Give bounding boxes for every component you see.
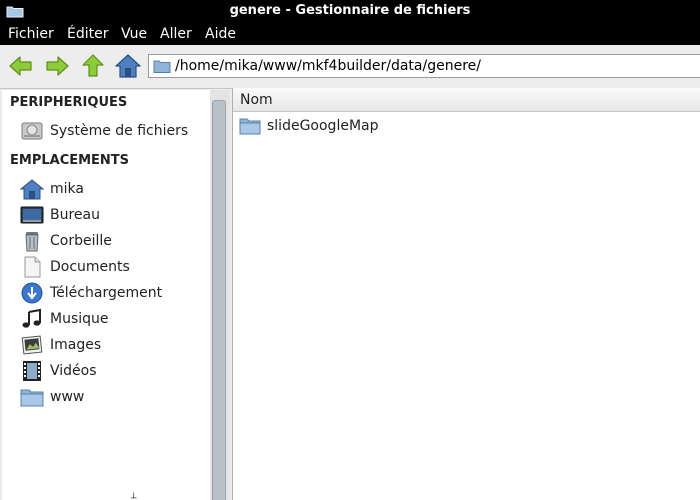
forward-button[interactable] (44, 53, 70, 79)
section-title-places: EMPLACEMENTS (10, 153, 130, 168)
home-button[interactable] (115, 53, 141, 79)
sidebar-item-www[interactable]: www (20, 385, 210, 409)
document-icon (20, 256, 44, 278)
title-bar: genere - Gestionnaire de fichiers (0, 0, 700, 23)
back-button[interactable] (8, 53, 34, 79)
hard-disk-icon (20, 120, 44, 142)
sidebar-item-label: Corbeille (50, 233, 112, 249)
music-icon (20, 308, 44, 330)
sidebar-item-videos[interactable]: Vidéos (20, 359, 210, 383)
location-bar[interactable]: /home/mika/www/mkf4builder/data/genere/ (148, 54, 700, 78)
arrow-left-icon (9, 56, 32, 76)
desktop-icon (20, 204, 44, 226)
sidebar: PERIPHERIQUES Système de fichiers EMPLAC… (2, 90, 210, 500)
sidebar-item-label: Vidéos (50, 363, 97, 379)
toolbar: /home/mika/www/mkf4builder/data/genere/ (0, 45, 700, 89)
file-row[interactable]: slideGoogleMap (233, 114, 700, 138)
sidebar-item-documents[interactable]: Documents (20, 255, 210, 279)
sidebar-item-label: Documents (50, 259, 130, 275)
sidebar-scrollbar[interactable] (210, 90, 230, 500)
section-title-devices: PERIPHERIQUES (10, 95, 128, 110)
sidebar-item-bureau[interactable]: Bureau (20, 203, 210, 227)
arrow-up-icon (82, 54, 104, 77)
download-icon (20, 282, 44, 304)
sidebar-item-label: Système de fichiers (50, 123, 189, 139)
home-icon (115, 54, 141, 78)
sidebar-item-label: Musique (50, 311, 109, 327)
sidebar-item-label: mika (50, 181, 84, 197)
home-icon (19, 178, 45, 200)
sidebar-item-label: Images (50, 337, 102, 353)
sidebar-item-label: Téléchargement (50, 285, 163, 301)
arrow-right-icon (46, 56, 69, 76)
column-header-name[interactable]: Nom (233, 88, 700, 112)
sidebar-item-label: www (50, 389, 85, 405)
folder-icon (20, 386, 44, 408)
sidebar-item-corbeille[interactable]: Corbeille (20, 229, 210, 253)
column-header-label: Nom (240, 92, 273, 108)
menu-go[interactable]: Aller (160, 26, 192, 42)
sidebar-item-filesystem[interactable]: Système de fichiers (20, 119, 210, 143)
file-list-pane: Nom slideGoogleMap (232, 88, 700, 500)
sidebar-item-images[interactable]: Images (20, 333, 210, 357)
sidebar-item-musique[interactable]: Musique (20, 307, 210, 331)
folder-icon (239, 117, 261, 135)
menu-help[interactable]: Aide (205, 26, 236, 42)
menu-edit[interactable]: Éditer (67, 26, 108, 42)
menu-view[interactable]: Vue (121, 26, 147, 42)
sidebar-item-mika[interactable]: mika (19, 177, 210, 201)
pane-resize-grip[interactable]: ┴ (131, 494, 141, 500)
trash-icon (20, 230, 44, 252)
up-button[interactable] (80, 53, 106, 79)
video-icon (20, 360, 44, 382)
menu-file[interactable]: Fichier (8, 26, 54, 42)
window-title: genere - Gestionnaire de fichiers (229, 3, 471, 18)
scrollbar-thumb[interactable] (212, 100, 226, 500)
image-icon (20, 334, 44, 356)
sidebar-item-label: Bureau (50, 207, 100, 223)
menu-bar: Fichier Éditer Vue Aller Aide (0, 23, 700, 45)
file-manager-window: genere - Gestionnaire de fichiers Fichie… (0, 0, 700, 500)
location-path[interactable]: /home/mika/www/mkf4builder/data/genere/ (175, 58, 481, 74)
sidebar-item-telechargement[interactable]: Téléchargement (20, 281, 210, 305)
file-name: slideGoogleMap (267, 118, 379, 134)
folder-icon (153, 59, 171, 74)
